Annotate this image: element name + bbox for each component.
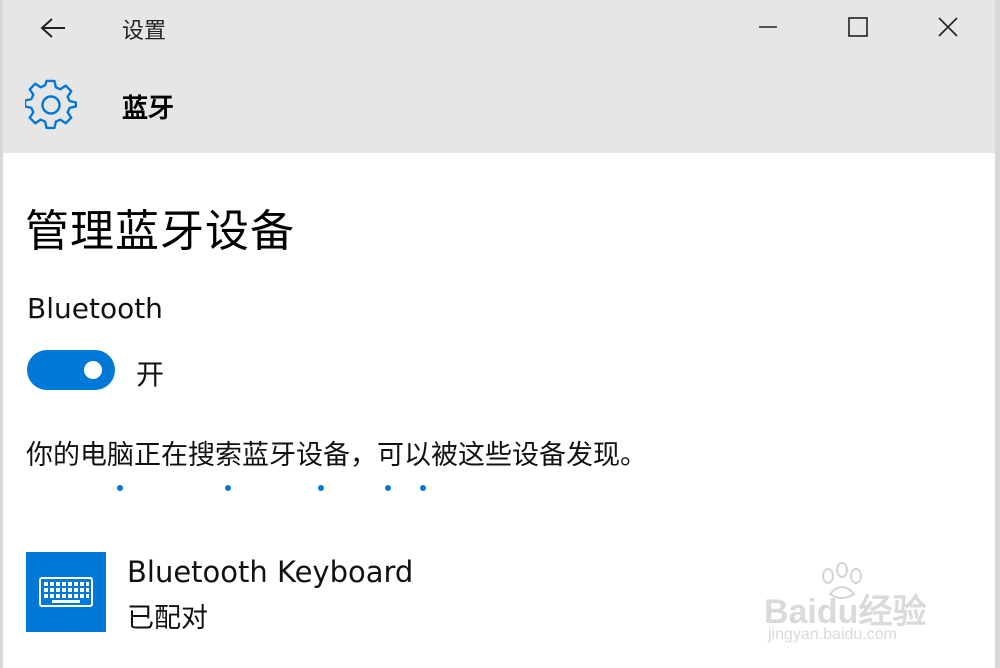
settings-header: 蓝牙: [3, 55, 995, 153]
window-frame-right: [995, 0, 1000, 668]
discovery-status-text: 你的电脑正在搜索蓝牙设备，可以被这些设备发现。: [26, 440, 647, 471]
arrow-left-icon: [40, 18, 65, 38]
device-status: 已配对: [127, 603, 208, 634]
maximize-button[interactable]: [835, 4, 881, 50]
minimize-icon: [759, 26, 777, 28]
progress-dot: [318, 485, 324, 491]
page-heading: 管理蓝牙设备: [25, 206, 295, 257]
title-bar: 设置: [3, 0, 995, 55]
keyboard-icon: [39, 577, 93, 607]
baidu-jingyan-watermark: Baidu经验 jingyan.baidu.com: [764, 562, 964, 662]
toggle-knob: [84, 361, 102, 379]
bluetooth-toggle[interactable]: [27, 350, 115, 390]
progress-dot: [225, 485, 231, 491]
window-title: 设置: [122, 19, 167, 44]
close-icon: [938, 17, 958, 37]
device-list-item[interactable]: Bluetooth Keyboard 已配对: [26, 552, 486, 634]
watermark-url: jingyan.baidu.com: [768, 626, 897, 643]
minimize-button[interactable]: [745, 4, 791, 50]
progress-dot: [385, 485, 391, 491]
gear-icon: [25, 79, 77, 130]
bluetooth-label: Bluetooth: [27, 292, 163, 325]
progress-dot: [117, 485, 123, 491]
back-button[interactable]: [29, 8, 77, 48]
section-title: 蓝牙: [122, 94, 175, 124]
device-name: Bluetooth Keyboard: [127, 555, 414, 589]
toggle-state-label: 开: [136, 358, 165, 391]
device-tile: [26, 552, 106, 632]
close-button[interactable]: [925, 4, 971, 50]
maximize-icon: [848, 17, 868, 37]
progress-dot: [420, 485, 426, 491]
